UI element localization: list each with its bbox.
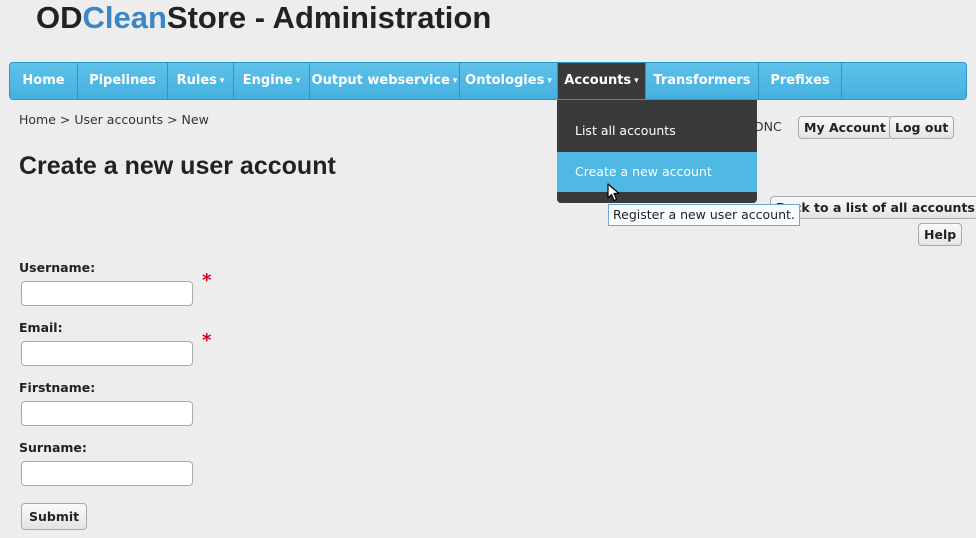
nav-prefixes[interactable]: Prefixes: [759, 63, 842, 99]
firstname-input[interactable]: [21, 401, 193, 426]
logged-in-user: DNC: [754, 119, 782, 134]
help-button[interactable]: Help: [918, 223, 963, 246]
nav-pipelines[interactable]: Pipelines: [78, 63, 168, 99]
submit-button[interactable]: Submit: [21, 503, 88, 530]
menu-item-list-all-accounts[interactable]: List all accounts: [557, 111, 757, 151]
username-input[interactable]: [21, 281, 193, 306]
username-required-mark: *: [202, 270, 212, 291]
app-title: ODCleanStore - Administration: [36, 0, 491, 36]
email-required-mark: *: [202, 330, 212, 351]
firstname-label: Firstname:: [19, 380, 96, 395]
chevron-down-icon: ▾: [634, 76, 639, 86]
nav-home[interactable]: Home: [10, 63, 78, 99]
surname-input[interactable]: [21, 461, 193, 486]
my-account-button[interactable]: My Account: [798, 116, 892, 139]
chevron-down-icon: ▾: [219, 76, 225, 86]
nav-ontologies[interactable]: Ontologies ▾: [460, 63, 558, 99]
nav-prefixes-label: Prefixes: [770, 73, 830, 88]
nav-output-webservice[interactable]: Output webservice ▾: [310, 63, 460, 99]
nav-pipelines-label: Pipelines: [89, 73, 156, 88]
nav-rules[interactable]: Rules ▾: [168, 63, 234, 99]
mouse-cursor-icon: [607, 183, 620, 202]
nav-accounts-label: Accounts: [564, 73, 632, 88]
breadcrumb[interactable]: Home > User accounts > New: [19, 112, 209, 127]
nav-rules-label: Rules: [176, 73, 217, 88]
chevron-down-icon: ▾: [452, 76, 458, 86]
surname-label: Surname:: [19, 440, 87, 455]
nav-accounts[interactable]: Accounts ▾: [558, 63, 646, 99]
menu-item-create-new-account[interactable]: Create a new account: [557, 152, 757, 192]
nav-transformers-label: Transformers: [653, 73, 751, 88]
app-title-od: OD: [36, 0, 83, 35]
nav-home-label: Home: [22, 73, 65, 88]
app-title-rest: Store - Administration: [166, 0, 492, 35]
username-label: Username:: [19, 260, 96, 275]
nav-engine-label: Engine: [242, 73, 293, 88]
app-title-clean: Clean: [82, 0, 167, 35]
back-to-list-button[interactable]: Back to a list of all accounts: [770, 196, 976, 219]
nav-engine[interactable]: Engine ▾: [234, 63, 310, 99]
chevron-down-icon: ▾: [295, 76, 301, 86]
tooltip: Register a new user account.: [608, 204, 800, 226]
nav-transformers[interactable]: Transformers: [646, 63, 759, 99]
chevron-down-icon: ▾: [547, 76, 552, 86]
main-navbar: Home Pipelines Rules ▾ Engine ▾ Output web…: [9, 62, 967, 100]
email-input[interactable]: [21, 341, 193, 366]
nav-output-webservice-label: Output webservice: [311, 73, 450, 88]
page-title: Create a new user account: [19, 152, 336, 180]
log-out-button[interactable]: Log out: [889, 116, 955, 139]
accounts-dropdown-menu: List all accounts Create a new account: [557, 100, 757, 203]
email-label: Email:: [19, 320, 63, 335]
nav-ontologies-label: Ontologies: [465, 73, 545, 88]
